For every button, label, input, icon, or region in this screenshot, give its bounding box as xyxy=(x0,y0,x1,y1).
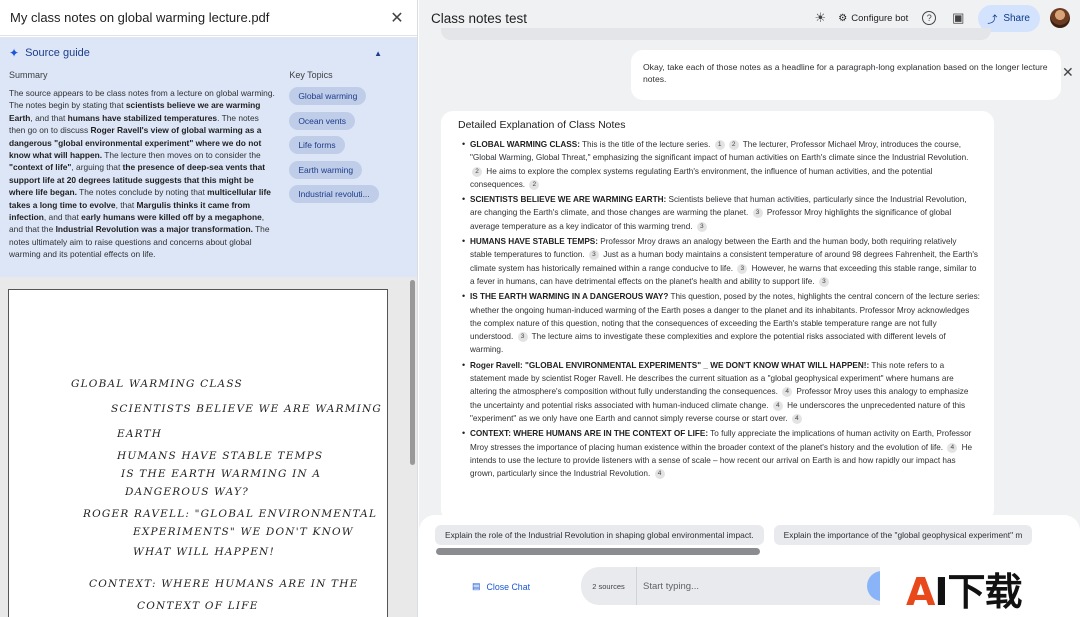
close-icon[interactable]: ✕ xyxy=(1062,64,1074,81)
share-icon: ⤴ xyxy=(987,14,998,26)
chat-panel: Class notes test ☀ ⚙ Configure bot ? ▣ ⤴… xyxy=(419,0,1080,617)
response-list: GLOBAL WARMING CLASS: This is the title … xyxy=(458,138,980,480)
response-item: Roger Ravell: "GLOBAL ENVIRONMENTAL EXPE… xyxy=(458,359,980,425)
topic-chip-global-warming[interactable]: Global warming xyxy=(289,87,367,105)
chat-input[interactable]: 2 sources Start typing... xyxy=(581,567,901,605)
suggestion-chip[interactable]: Explain the role of the Industrial Revol… xyxy=(435,525,764,545)
sources-count[interactable]: 2 sources xyxy=(581,567,637,605)
source-guide-header[interactable]: ✦ Source guide ▲ xyxy=(9,45,409,61)
summary-section: Summary The source appears to be class n… xyxy=(9,70,276,261)
feedback-icon[interactable]: ▣ xyxy=(948,8,968,28)
source-panel: My class notes on global warming lecture… xyxy=(0,0,418,617)
suggestion-scrollbar[interactable] xyxy=(436,548,760,555)
chat-icon: ▤ xyxy=(472,581,481,591)
bot-settings-icon: ⚙ xyxy=(838,12,848,24)
watermark-logo: AI下载 xyxy=(880,560,1080,617)
note-line: Is the Earth warming in a xyxy=(121,468,322,480)
response-item: GLOBAL WARMING CLASS: This is the title … xyxy=(458,138,980,191)
summary-label: Summary xyxy=(9,70,48,80)
previous-message-edge xyxy=(441,28,991,40)
notebook-title: Class notes test xyxy=(431,10,528,26)
source-title: My class notes on global warming lecture… xyxy=(10,10,270,25)
topic-chip-industrial-revolution[interactable]: Industrial revoluti... xyxy=(289,185,379,203)
theme-sun-icon[interactable]: ☀ xyxy=(810,8,830,28)
source-guide: ✦ Source guide ▲ Summary The source appe… xyxy=(0,37,417,277)
suggestion-chip[interactable]: Explain the importance of the "global ge… xyxy=(773,525,1033,545)
note-line: context of life xyxy=(137,600,259,612)
topic-chip-ocean-vents[interactable]: Ocean vents xyxy=(289,111,356,130)
chat-input-placeholder: Start typing... xyxy=(643,580,699,592)
key-topics-label: Key Topics xyxy=(289,70,333,80)
sparkle-icon: ✦ xyxy=(9,46,20,60)
topic-chip-earth-warming[interactable]: Earth warming xyxy=(289,160,363,179)
response-item: IS THE EARTH WARMING IN A DANGEROUS WAY?… xyxy=(458,290,980,356)
configure-bot-label: Configure bot xyxy=(851,12,909,24)
response-item: SCIENTISTS BELIEVE WE ARE WARMING EARTH:… xyxy=(458,193,980,233)
chevron-up-icon[interactable]: ▲ xyxy=(374,49,382,58)
note-line: Earth xyxy=(117,428,163,440)
topic-chip-life-forms[interactable]: Life forms xyxy=(289,136,345,154)
suggestion-row: Explain the role of the Industrial Revol… xyxy=(435,525,1033,545)
document-scrollbar[interactable] xyxy=(410,280,415,465)
note-line: experiments" we don't know xyxy=(133,526,354,538)
configure-bot-button[interactable]: ⚙ Configure bot xyxy=(838,13,908,24)
summary-text: The source appears to be class notes fro… xyxy=(9,88,275,260)
help-icon[interactable]: ? xyxy=(922,11,937,25)
handwritten-notes-page: Global warming class Scientists believe … xyxy=(8,289,388,617)
share-label: Share xyxy=(1003,12,1030,24)
close-chat-button[interactable]: ▤ Close Chat xyxy=(472,581,530,592)
note-line: Humans have stable temps xyxy=(117,450,324,462)
note-line: Global warming class xyxy=(71,378,243,390)
source-header: My class notes on global warming lecture… xyxy=(0,0,417,36)
note-line: Context: where humans are in the xyxy=(89,578,359,590)
response-title: Detailed Explanation of Class Notes xyxy=(458,119,626,131)
response-item: CONTEXT: WHERE HUMANS ARE IN THE CONTEXT… xyxy=(458,427,980,480)
document-viewer[interactable]: Global warming class Scientists believe … xyxy=(0,277,417,617)
user-message: Okay, take each of those notes as a head… xyxy=(631,50,1061,100)
watermark-rest: I下载 xyxy=(934,570,1022,614)
assistant-response: Detailed Explanation of Class Notes GLOB… xyxy=(441,111,994,521)
close-chat-label: Close Chat xyxy=(486,581,531,592)
note-line: dangerous way? xyxy=(125,486,249,498)
key-topics-section: Key Topics Global warming Ocean vents Li… xyxy=(289,70,409,261)
watermark-prefix: A xyxy=(906,570,935,614)
close-icon[interactable]: ✕ xyxy=(387,8,407,28)
note-line: Roger Ravell: "global environmental xyxy=(83,508,378,520)
source-guide-label: Source guide xyxy=(25,47,90,59)
response-item: HUMANS HAVE STABLE TEMPS: Professor Mroy… xyxy=(458,235,980,288)
avatar[interactable] xyxy=(1050,8,1070,28)
note-line: Scientists believe we are warming xyxy=(111,403,382,415)
note-line: what will happen! xyxy=(133,546,275,558)
